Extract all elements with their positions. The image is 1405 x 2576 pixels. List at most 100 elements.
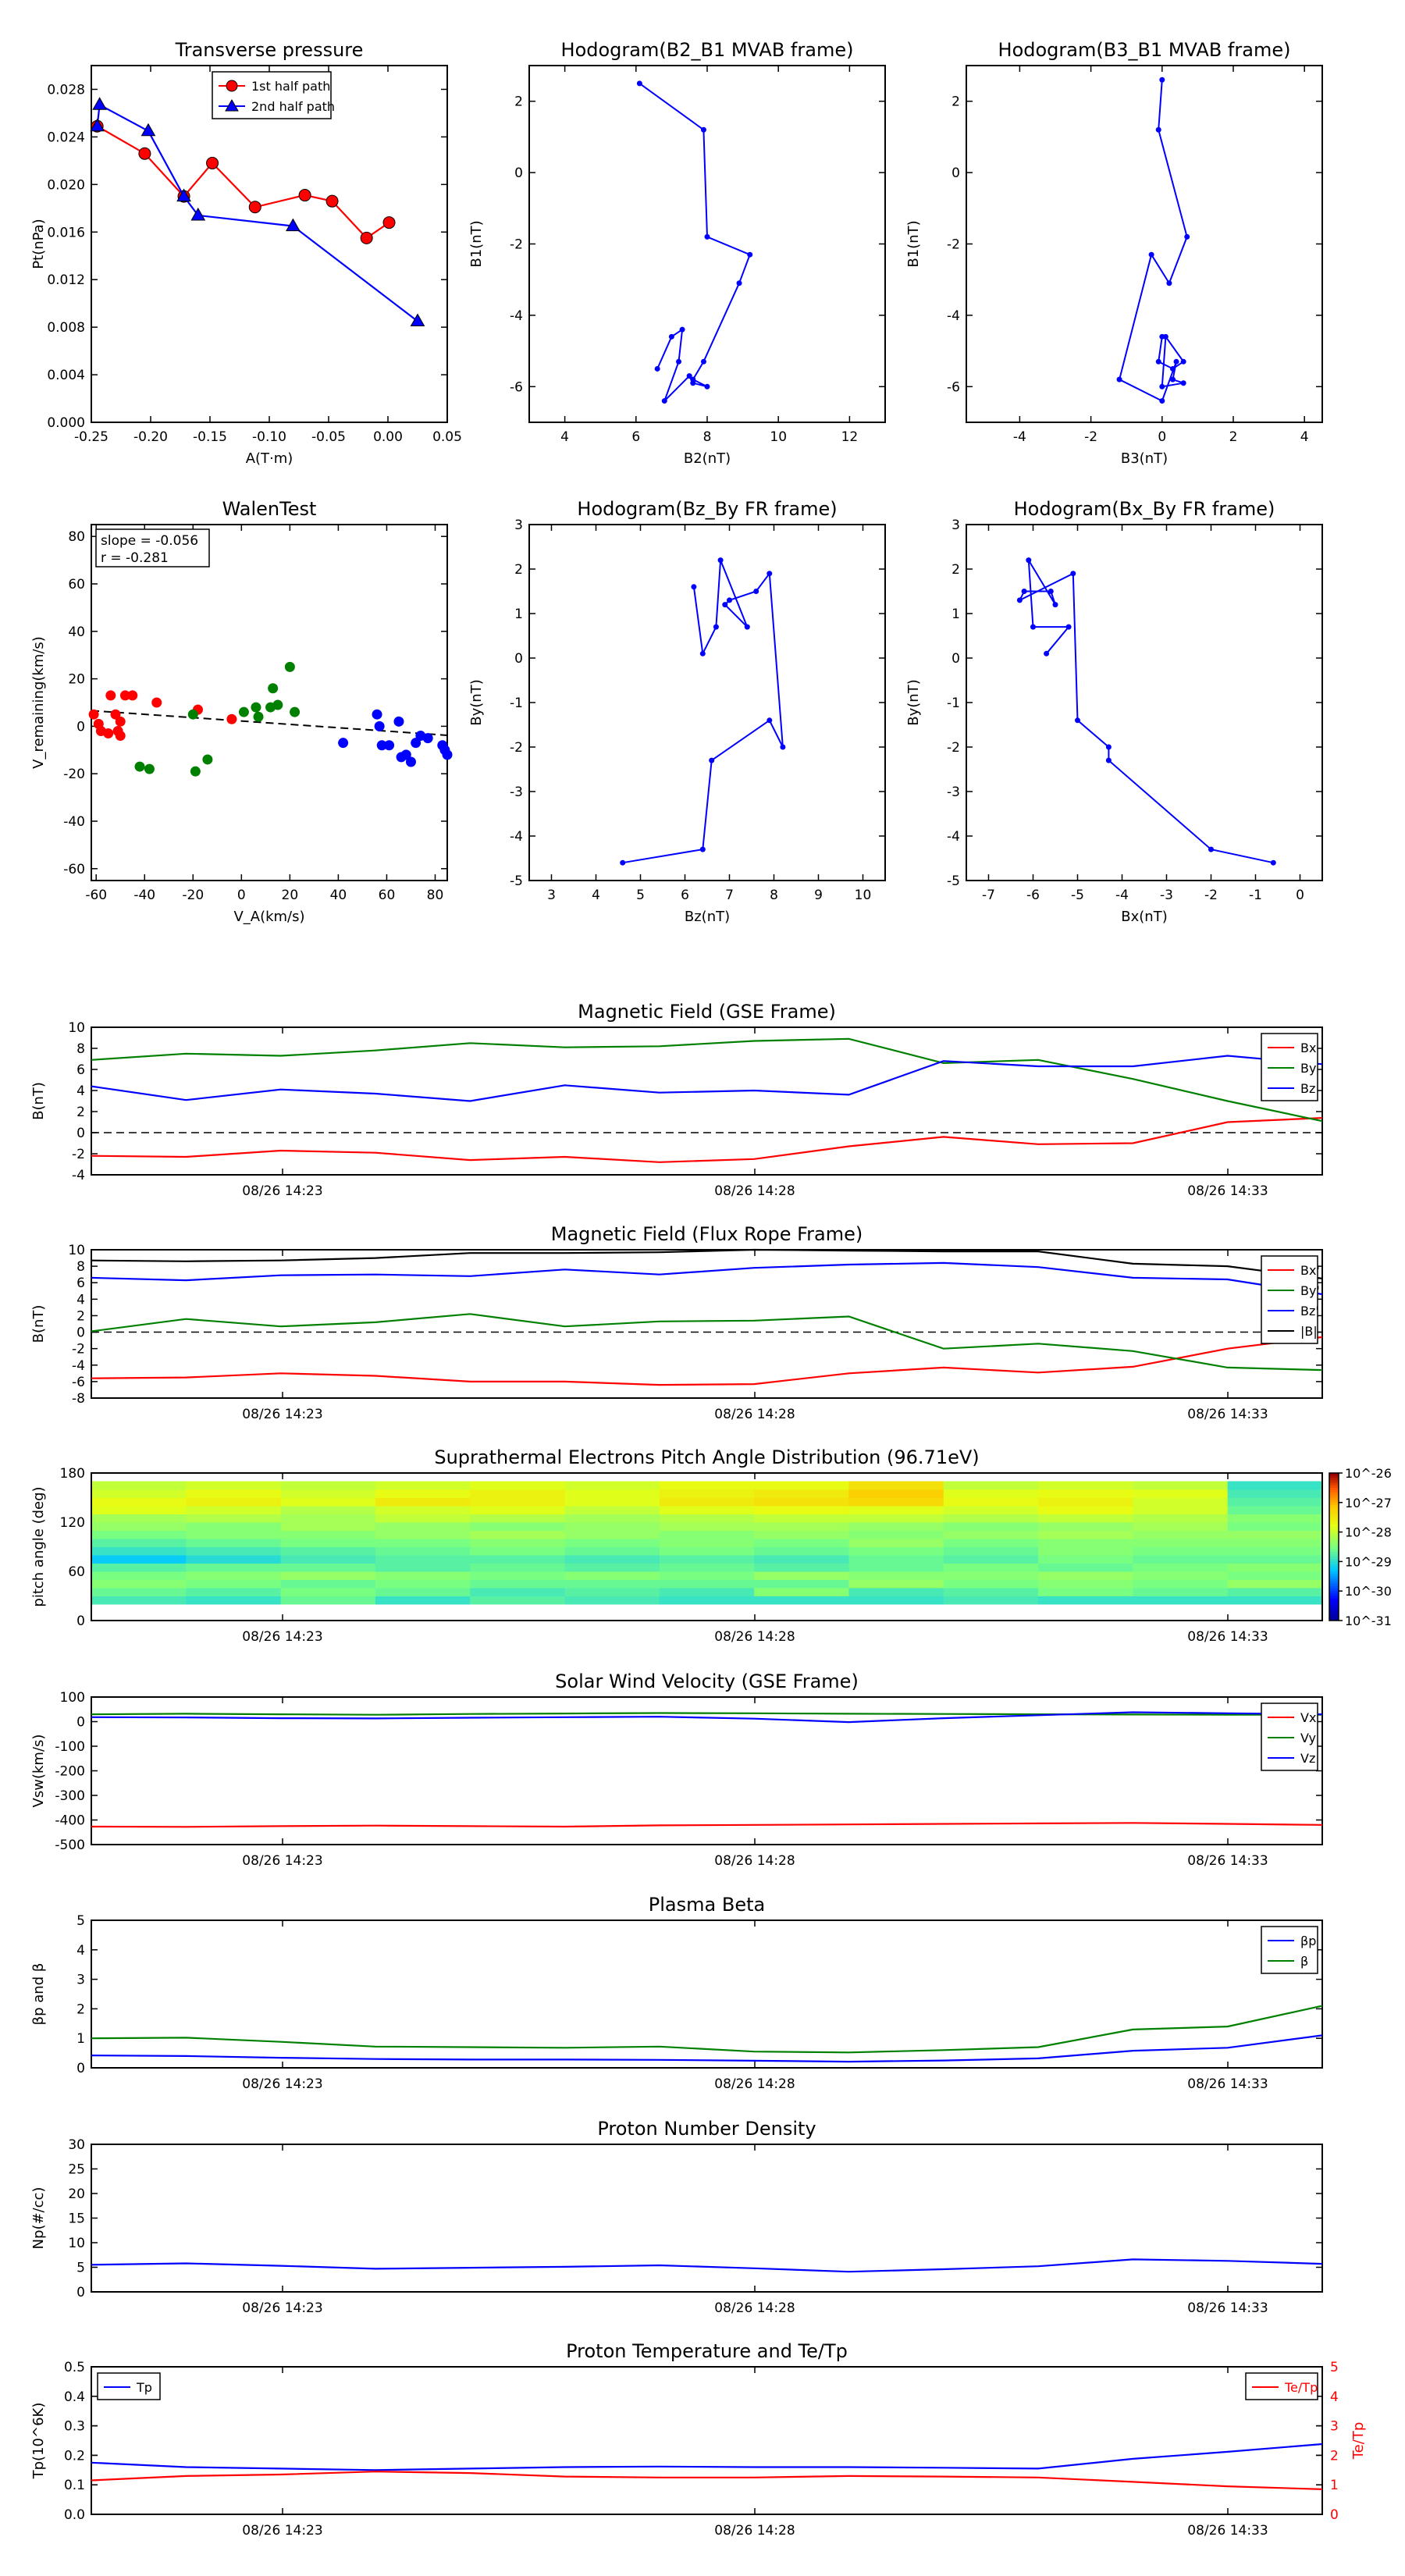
pitch-angle-cell bbox=[280, 1514, 376, 1523]
pitch-angle-cell bbox=[659, 1530, 755, 1539]
mag_fr-ytick-label: 10 bbox=[68, 1243, 85, 1258]
walen_test-xtick-label: 40 bbox=[330, 888, 347, 903]
proton_density-ylabel: Np(#/cc) bbox=[30, 2187, 47, 2250]
hodogram_bx_by-xtick-label: -4 bbox=[1115, 888, 1129, 903]
pitch-angle-cell bbox=[1038, 1506, 1133, 1514]
hodogram_bx_by-xtick-label: 0 bbox=[1296, 888, 1304, 903]
pitch-angle-cell bbox=[1227, 1563, 1323, 1572]
pitch-angle-cell bbox=[1227, 1530, 1323, 1539]
pitch-angle-cell bbox=[470, 1514, 566, 1523]
proton_temperature-ylabel: Tp(10^6K) bbox=[30, 2403, 47, 2480]
transverse_pressure-ytick-label: 0.000 bbox=[47, 415, 85, 431]
hodogram-point bbox=[661, 398, 667, 404]
pitch-angle-cell bbox=[1227, 1506, 1323, 1514]
hodogram-path bbox=[638, 83, 751, 402]
pitch-angle-cell bbox=[375, 1481, 471, 1490]
walen-point bbox=[442, 749, 453, 760]
colorbar-cell bbox=[1329, 1578, 1339, 1582]
pitch-angle-cell bbox=[91, 1555, 187, 1564]
pitch-angle-cell bbox=[186, 1489, 282, 1498]
solar_wind-legend-label: Vz bbox=[1300, 1751, 1315, 1766]
pitch-angle-cell bbox=[754, 1530, 849, 1539]
solar_wind-ytick-label: -400 bbox=[55, 1813, 85, 1829]
hodogram_bz_by-ytick-label: -4 bbox=[510, 829, 523, 845]
hodogram_bx_by-ytick-label: -4 bbox=[947, 829, 960, 845]
pitch-angle-cell bbox=[91, 1563, 187, 1572]
pitch-angle-cell bbox=[470, 1522, 566, 1531]
proton_density-ytick-label: 20 bbox=[68, 2186, 85, 2202]
pitch-angle-cell bbox=[754, 1546, 849, 1556]
plasma_beta-ytick-label: 2 bbox=[76, 2001, 85, 2017]
pitch-angle-cell bbox=[1038, 1555, 1133, 1564]
pitch-angle-cell bbox=[659, 1579, 755, 1589]
pitch-angle-cell bbox=[280, 1596, 376, 1605]
pitch-angle-cell bbox=[1038, 1571, 1133, 1580]
colorbar-cell bbox=[1329, 1525, 1339, 1528]
hodogram-point bbox=[1155, 358, 1161, 365]
hodogram_bx_by-plot-frame bbox=[966, 524, 1323, 881]
figure: Transverse pressure -0.25 -0.20 -0.15 -0.10 -… bbox=[30, 39, 1392, 2539]
walen-point bbox=[105, 690, 116, 701]
pitch-angle-cell bbox=[280, 1588, 376, 1596]
transverse_pressure-xtick-label: -0.25 bbox=[74, 429, 108, 445]
hodogram-point bbox=[1180, 358, 1186, 365]
hodogram_bz_by-xtick-label: 8 bbox=[770, 888, 778, 903]
proton_density-xtick-label: 08/26 14:28 bbox=[714, 2300, 795, 2316]
mag_fr-panel: Magnetic Field (Flux Rope Frame) -8-6-4-2… bbox=[30, 1223, 1323, 1422]
pitch-angle-cell bbox=[754, 1481, 849, 1490]
hodogram_bz_by-title: Hodogram(Bz_By FR frame) bbox=[577, 498, 837, 520]
hodogram-path bbox=[622, 560, 784, 864]
mag_gse-legend-label: Bx bbox=[1300, 1041, 1316, 1055]
solar_wind-ytick-label: -200 bbox=[55, 1764, 85, 1780]
colorbar-cell bbox=[1329, 1561, 1339, 1565]
walen-point bbox=[115, 716, 126, 727]
pitch-angle-cell bbox=[91, 1546, 187, 1556]
colorbar-cell bbox=[1329, 1519, 1339, 1523]
pitch-angle-cell bbox=[848, 1555, 944, 1564]
pitch-angle-cell bbox=[943, 1563, 1039, 1572]
solar_wind-title: Solar Wind Velocity (GSE Frame) bbox=[555, 1670, 859, 1692]
pressure-point-1st-half bbox=[298, 189, 311, 202]
pitch-angle-cell bbox=[375, 1546, 471, 1556]
colorbar-cell bbox=[1329, 1500, 1339, 1503]
walen_test-title: WalenTest bbox=[222, 498, 317, 520]
pitch-angle-cell bbox=[943, 1571, 1039, 1580]
mag_fr-ytick-label: -4 bbox=[72, 1358, 85, 1374]
hodogram_b2_b1-plot-frame bbox=[528, 65, 886, 423]
pitch_angle-ytick-label: 120 bbox=[60, 1515, 85, 1531]
hodogram_b3_b1-ytick-label: -6 bbox=[947, 379, 960, 395]
colorbar-cell bbox=[1329, 1559, 1339, 1562]
mag_gse-xtick-label: 08/26 14:23 bbox=[242, 1183, 322, 1199]
walen_test-ylabel: V_remaining(km/s) bbox=[30, 636, 47, 769]
pitch-angle-cell bbox=[659, 1563, 755, 1572]
walen-point bbox=[144, 763, 155, 774]
pitch-angle-cell bbox=[1133, 1489, 1229, 1498]
colorbar-cell bbox=[1329, 1510, 1339, 1513]
pitch-angle-cell bbox=[848, 1497, 944, 1507]
hodogram-point bbox=[654, 365, 660, 372]
mag_gse-panel: Magnetic Field (GSE Frame) -4 -2 0 2 4 6 8 10 B(n… bbox=[30, 1001, 1323, 1199]
hodogram-point bbox=[722, 602, 728, 608]
hodogram_bx_by-ytick-label: -2 bbox=[947, 740, 960, 756]
transverse_pressure-legend-label: 2nd half path bbox=[251, 99, 335, 114]
proton_temperature-ytick-label: 0.4 bbox=[64, 2389, 85, 2405]
mag_gse-legend-label: Bz bbox=[1300, 1081, 1315, 1096]
pitch-angle-cell bbox=[564, 1588, 660, 1596]
hodogram_b2_b1-xtick-label: 12 bbox=[841, 429, 859, 445]
walen-point bbox=[338, 738, 349, 749]
walen-point bbox=[151, 697, 162, 708]
pitch-angle-cell bbox=[375, 1489, 471, 1498]
walen_test-ytick-label: 60 bbox=[68, 577, 85, 592]
transverse_pressure-ytick-label: 0.020 bbox=[47, 177, 85, 193]
plasma_beta-ylabel: βp and β bbox=[30, 1963, 47, 2026]
pitch_angle-xtick-label: 08/26 14:28 bbox=[714, 1629, 795, 1645]
hodogram-point bbox=[1169, 365, 1176, 372]
colorbar-cell bbox=[1329, 1576, 1339, 1579]
hodogram-point bbox=[713, 624, 719, 630]
hodogram_bz_by-xtick-label: 3 bbox=[547, 888, 556, 903]
proton_temperature-ytick-label: 0.5 bbox=[64, 2360, 85, 2375]
pitch-angle-cell bbox=[91, 1497, 187, 1507]
walen_test-xtick-label: 60 bbox=[379, 888, 396, 903]
hodogram_bz_by-ytick-label: 1 bbox=[514, 607, 523, 622]
proton_temperature-ytick-label: 0.1 bbox=[64, 2478, 85, 2493]
